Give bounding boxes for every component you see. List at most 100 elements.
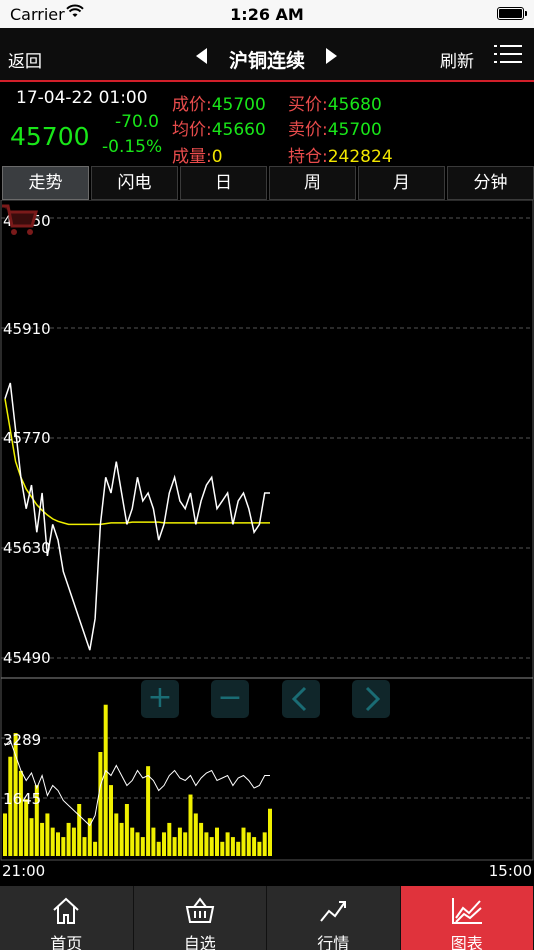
tabbar-home[interactable]: 首页 [0, 886, 134, 950]
volume-bar [98, 752, 103, 856]
volume-bar [119, 822, 124, 856]
tab-week[interactable]: 周 [269, 166, 356, 200]
volume-bar [199, 822, 204, 856]
volume-bar [135, 832, 140, 856]
zoom-in-button[interactable]: + [141, 680, 179, 718]
chart-frame [0, 200, 534, 861]
volume-bar [61, 837, 66, 856]
price-tick: 45490 [3, 649, 51, 667]
volume-bar [109, 785, 113, 856]
volume-bar [220, 841, 225, 856]
volume-bar [257, 841, 262, 856]
volume-bar [40, 822, 45, 856]
volume-bar [93, 841, 98, 856]
tabbar-watchlist[interactable]: 自选 [134, 886, 267, 950]
trend-icon [320, 901, 347, 922]
zoom-out-button[interactable]: − [211, 680, 249, 718]
volume-bar [167, 822, 172, 856]
tabbar-label: 自选 [183, 934, 216, 950]
volume-bar [50, 827, 55, 856]
period-tabs: 走势 闪电 日 周 月 分钟 [0, 164, 534, 200]
next-contract-icon[interactable] [326, 48, 337, 64]
price-tick: 45770 [3, 429, 51, 447]
clock: 1:26 AM [230, 5, 304, 24]
bottom-tab-bar: 首页 自选 行情 图表 [0, 886, 534, 950]
chart-canvas[interactable] [0, 200, 534, 885]
tabbar-label: 图表 [450, 934, 483, 950]
volume-bar [130, 827, 135, 856]
time-label-start: 21:00 [2, 862, 46, 880]
tabbar-label: 首页 [50, 934, 83, 950]
volume-bar [236, 841, 241, 856]
volume-bar [3, 813, 7, 856]
chevron-right-icon [365, 686, 381, 712]
tab-minute[interactable]: 分钟 [447, 166, 534, 200]
volume-bar [56, 832, 60, 856]
volume-bar [183, 832, 188, 856]
quote-field: 成价:45700 [172, 95, 266, 115]
basket-icon [185, 897, 214, 923]
volume-bar [45, 813, 50, 856]
volume-bar [246, 832, 251, 856]
tab-day[interactable]: 日 [180, 166, 267, 200]
volume-bar [18, 770, 23, 856]
tab-flash[interactable]: 闪电 [91, 166, 178, 200]
last-price: 45700 [10, 122, 90, 151]
volume-bar [188, 794, 193, 856]
volume-bar [177, 827, 182, 856]
volume-bar [146, 766, 151, 856]
nav-bar: 返回 沪铜连续 刷新 [0, 28, 534, 82]
volume-bar [204, 832, 209, 856]
volume-tick: 3289 [3, 731, 42, 749]
chevron-left-icon [291, 686, 307, 712]
tabbar-label: 行情 [317, 934, 350, 950]
volume-bar [151, 827, 156, 856]
volume-bar [140, 837, 145, 856]
volume-bar [77, 804, 82, 856]
tabbar-market[interactable]: 行情 [267, 886, 401, 950]
time-label-end: 15:00 [488, 862, 532, 880]
chart-icon [451, 898, 482, 924]
volume-bar [172, 837, 177, 856]
home-icon [53, 897, 79, 924]
battery-icon [497, 7, 527, 20]
open-interest-line [4, 739, 270, 827]
volume-bar [230, 837, 235, 856]
volume-bar [66, 822, 71, 856]
scroll-right-button[interactable] [352, 680, 390, 718]
volume-bar [162, 832, 166, 856]
volume-tick: 1645 [3, 790, 42, 808]
price-tick: 45910 [3, 320, 51, 338]
volume-bar [215, 827, 219, 856]
volume-bar [71, 827, 76, 856]
price-change: -70.0 [115, 112, 159, 132]
scroll-left-button[interactable] [282, 680, 320, 718]
volume-bar [193, 813, 198, 856]
volume-bar [124, 804, 129, 856]
quote-field: 卖价:45700 [288, 120, 382, 140]
status-bar: Carrier 1:26 AM [0, 0, 534, 28]
tab-month[interactable]: 月 [358, 166, 445, 200]
quote-panel: 17-04-22 01:00 45700 -70.0 -0.15% 成价:457… [0, 84, 534, 167]
volume-bar [82, 837, 87, 856]
price-change-pct: -0.15% [102, 137, 163, 157]
quote-field: 买价:45680 [288, 95, 382, 115]
volume-bar [225, 832, 230, 856]
volume-bar [156, 841, 161, 856]
tabbar-chart[interactable]: 图表 [400, 886, 534, 950]
quote-datetime: 17-04-22 01:00 [16, 88, 148, 108]
trade-cart-icon[interactable] [0, 200, 38, 238]
volume-bar [241, 827, 246, 856]
price-tick: 45630 [3, 539, 51, 557]
volume-bar [262, 832, 267, 856]
menu-icon[interactable] [494, 42, 522, 66]
refresh-button[interactable]: 刷新 [440, 47, 474, 72]
volume-bar [252, 837, 257, 856]
tab-trend[interactable]: 走势 [2, 166, 89, 200]
volume-bar [29, 818, 34, 856]
volume-bar [103, 704, 108, 856]
price-line [4, 382, 270, 651]
volume-bar [268, 808, 272, 856]
price-chart[interactable]: 46050 45910 45770 45630 45490 3289 1645 … [0, 200, 534, 885]
volume-bar [209, 837, 214, 856]
